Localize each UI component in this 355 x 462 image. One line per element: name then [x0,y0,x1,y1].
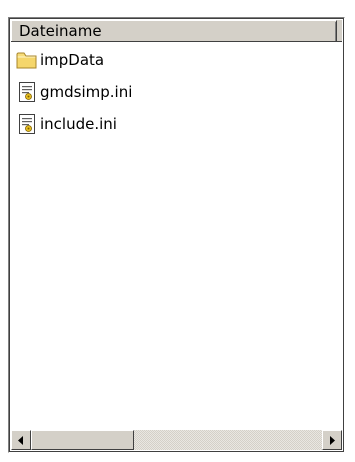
column-header-label: Dateiname [19,22,102,40]
arrow-left-icon [18,436,23,445]
list-item-include-ini[interactable]: include.ini [11,108,342,140]
horizontal-scrollbar[interactable] [11,430,342,450]
list-item-label: include.ini [40,115,117,133]
list-item-gmdsimp-ini[interactable]: gmdsimp.ini [11,76,342,108]
column-header-bar: Dateiname [11,20,342,42]
list-item-impdata[interactable]: impData [11,44,342,76]
list-item-label: gmdsimp.ini [40,83,133,101]
arrow-right-icon [330,436,335,445]
folder-icon [16,52,37,69]
column-header-filename[interactable]: Dateiname [11,20,337,41]
file-list: impData gmdsimp.ini include.ini [11,44,342,140]
settings-file-icon [19,114,35,134]
list-item-label: impData [40,51,105,69]
scroll-left-button[interactable] [11,430,31,450]
scrollbar-thumb[interactable] [31,430,134,450]
file-list-view[interactable]: Dateiname impData gmdsimp.ini include.in… [8,17,345,453]
settings-file-icon [19,82,35,102]
scroll-right-button[interactable] [322,430,342,450]
